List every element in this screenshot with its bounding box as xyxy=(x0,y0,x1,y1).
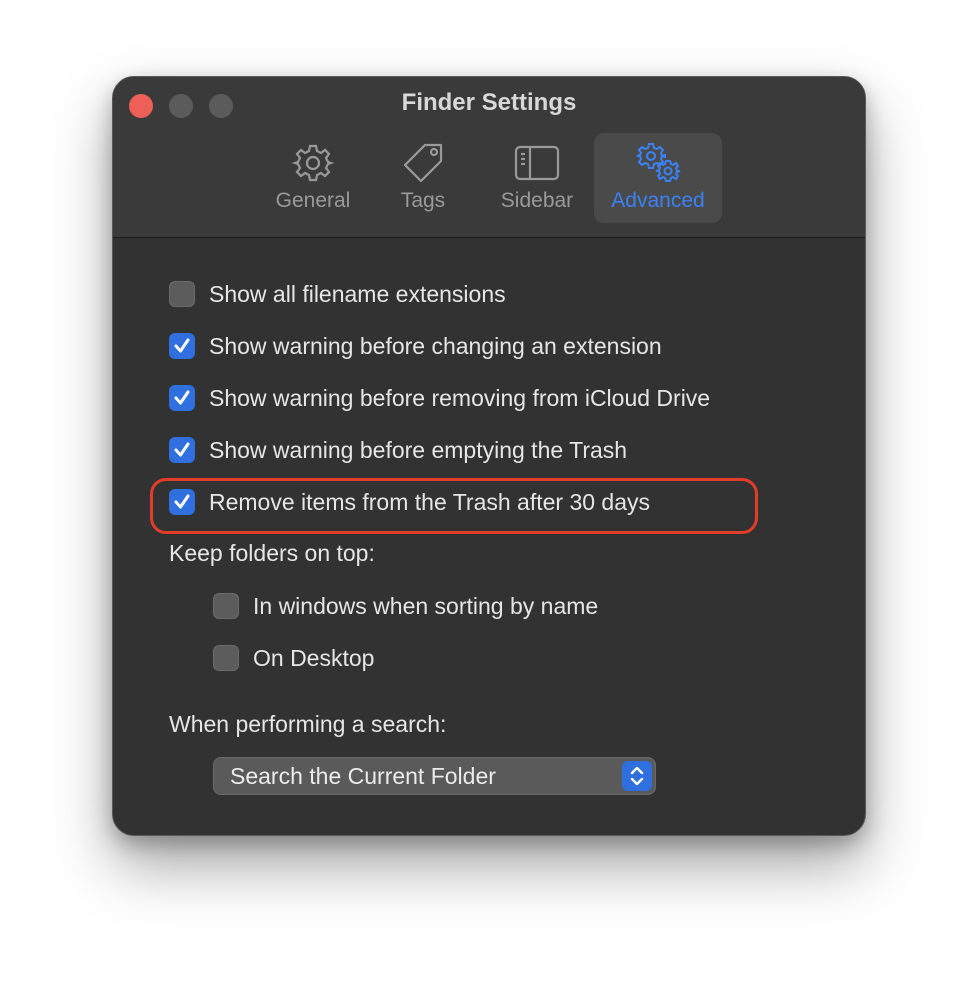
option-label: Show warning before emptying the Trash xyxy=(209,436,628,463)
tab-advanced[interactable]: Advanced xyxy=(594,133,722,223)
option-label: Show all filename extensions xyxy=(209,280,506,307)
checkbox[interactable] xyxy=(169,385,195,411)
search-scope-value: Search the Current Folder xyxy=(230,763,496,789)
option-warn-empty-trash[interactable]: Show warning before emptying the Trash xyxy=(169,435,627,465)
option-remove-trash-30-days[interactable]: Remove items from the Trash after 30 day… xyxy=(169,487,650,517)
checkbox[interactable] xyxy=(169,333,195,359)
option-warn-icloud-remove[interactable]: Show warning before removing from iCloud… xyxy=(169,383,710,413)
chevron-up-down-icon xyxy=(630,766,644,786)
finder-settings-window: Finder Settings General Tags Sidebar Adv… xyxy=(112,76,866,836)
option-show-extensions[interactable]: Show all filename extensions xyxy=(169,279,506,309)
tab-sidebar-label: Sidebar xyxy=(500,189,574,212)
search-heading: When performing a search: xyxy=(169,711,447,737)
option-folders-desktop[interactable]: On Desktop xyxy=(213,643,374,673)
tab-tags[interactable]: Tags xyxy=(375,133,471,223)
checkbox[interactable] xyxy=(169,281,195,307)
option-label: Show warning before changing an extensio… xyxy=(209,332,662,359)
option-label: Show warning before removing from iCloud… xyxy=(209,384,711,411)
tab-general[interactable]: General xyxy=(263,133,363,223)
checkbox[interactable] xyxy=(213,593,239,619)
checkmark-icon xyxy=(174,390,190,405)
checkbox[interactable] xyxy=(213,645,239,671)
gears-icon xyxy=(636,143,681,182)
option-label: In windows when sorting by name xyxy=(253,592,599,619)
checkbox[interactable] xyxy=(169,489,195,515)
keep-folders-heading: Keep folders on top: xyxy=(169,540,375,566)
option-folders-windows[interactable]: In windows when sorting by name xyxy=(213,591,598,621)
toolbar: Finder Settings General Tags Sidebar Adv… xyxy=(113,77,865,238)
tag-icon xyxy=(403,143,443,183)
gear-icon xyxy=(291,144,335,182)
option-warn-change-extension[interactable]: Show warning before changing an extensio… xyxy=(169,331,662,361)
checkmark-icon xyxy=(174,494,190,509)
tab-advanced-label: Advanced xyxy=(611,189,705,212)
checkmark-icon xyxy=(174,338,190,353)
checkmark-icon xyxy=(174,442,190,457)
option-label: Remove items from the Trash after 30 day… xyxy=(209,488,651,515)
window-title: Finder Settings xyxy=(401,89,577,116)
checkbox[interactable] xyxy=(169,437,195,463)
option-label: On Desktop xyxy=(253,644,375,671)
popup-stepper[interactable] xyxy=(622,761,652,791)
tab-general-label: General xyxy=(275,189,351,212)
search-scope-select[interactable]: Search the Current Folder xyxy=(213,757,656,795)
tab-tags-label: Tags xyxy=(400,189,446,212)
tab-sidebar[interactable]: Sidebar xyxy=(487,133,587,223)
sidebar-icon xyxy=(514,145,560,181)
